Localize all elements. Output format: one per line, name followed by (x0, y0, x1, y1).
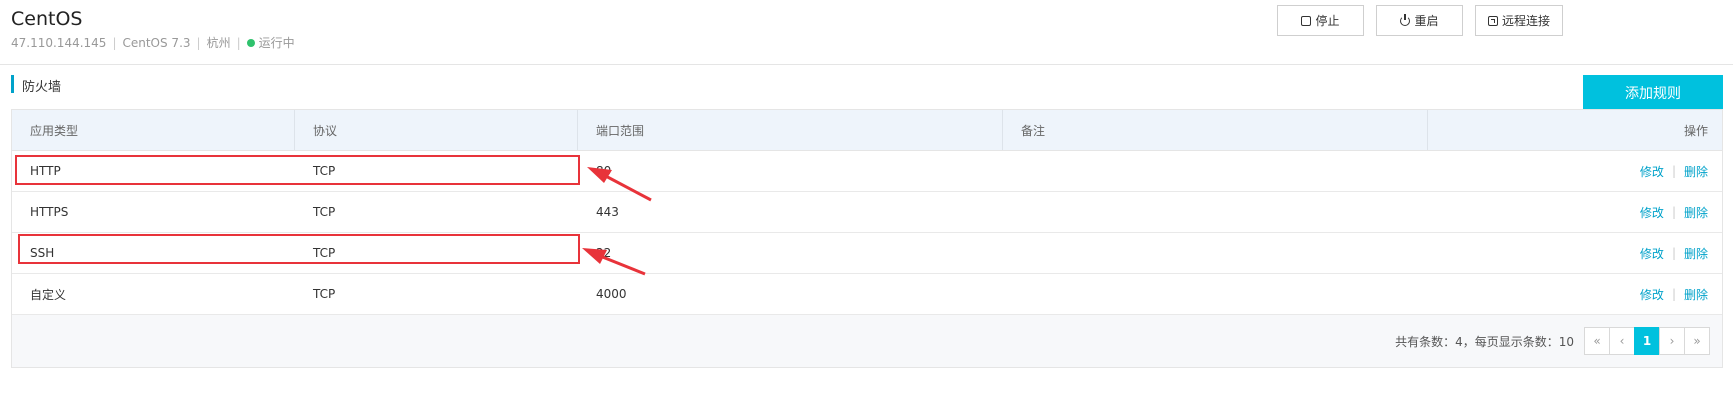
arrow-head-ssh (582, 248, 607, 264)
annotation-arrows (582, 167, 652, 276)
arrow-head-http (587, 167, 612, 183)
